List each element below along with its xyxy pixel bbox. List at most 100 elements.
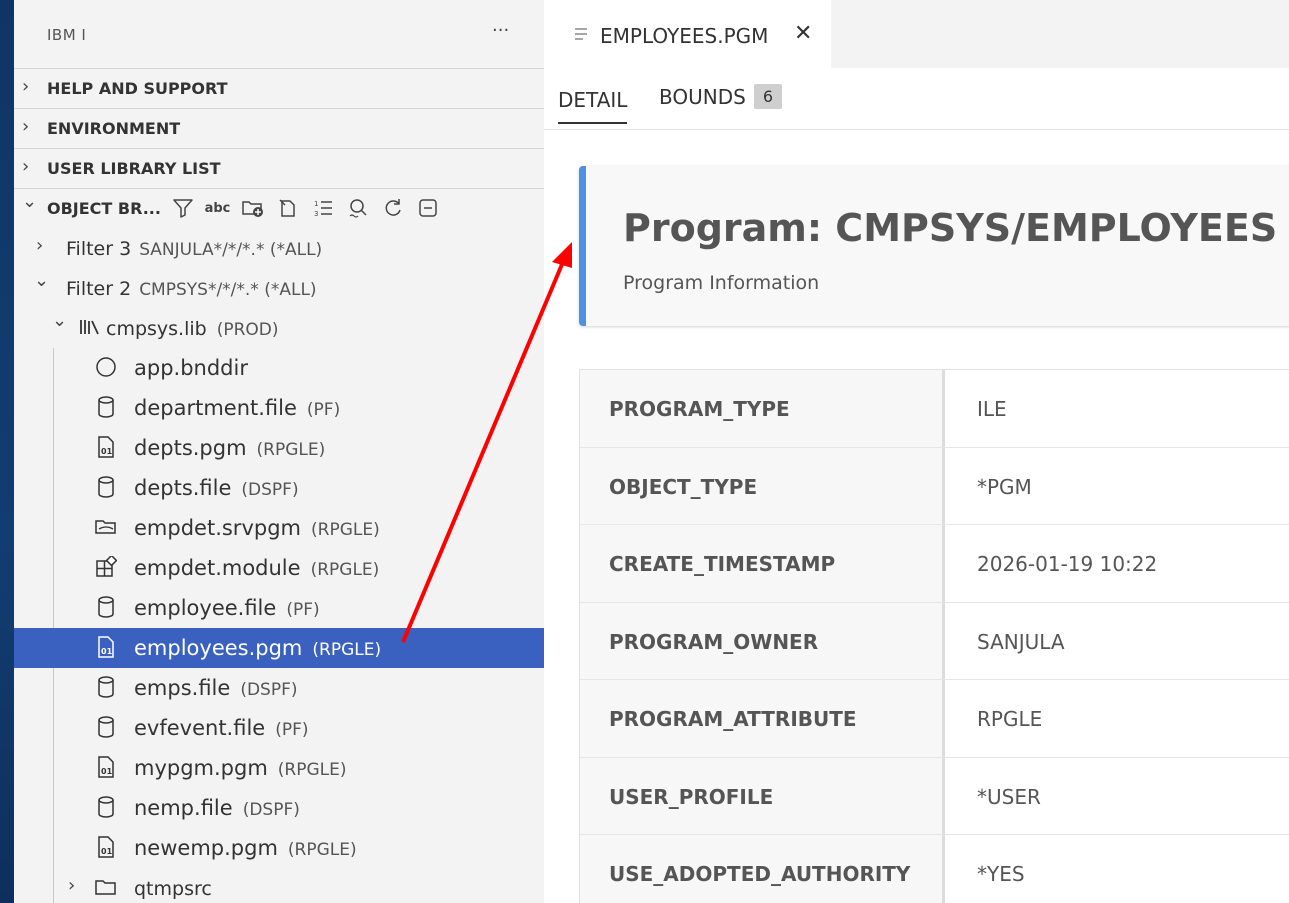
info-value: *PGM [977, 474, 1032, 499]
refresh-icon[interactable] [376, 193, 409, 223]
abc-icon[interactable]: abc [201, 193, 234, 223]
info-value: ILE [977, 397, 1007, 421]
section-object-browser[interactable]: ⌄ OBJECT BR... abc 13 [14, 188, 544, 228]
info-row-object-type: OBJECT_TYPE *PGM [580, 447, 1289, 525]
section-help-and-support[interactable]: › HELP AND SUPPORT [14, 68, 544, 108]
chevron-right-icon: › [22, 116, 30, 137]
library-label: cmpsys.lib (PROD) [106, 318, 279, 340]
subtab-bounds[interactable]: BOUNDS 6 [659, 84, 782, 109]
object-desc: (DSPF) [242, 800, 300, 820]
subtab-detail[interactable]: DETAIL [558, 88, 628, 124]
object-evfevent-file[interactable]: evfevent.file (PF) [14, 708, 544, 748]
chevron-right-icon: › [68, 875, 76, 896]
info-key: PROGRAM_TYPE [609, 397, 790, 421]
object-label: evfevent.file (PF) [134, 716, 309, 740]
object-name: app.bnddir [134, 356, 248, 380]
object-name: empdet.srvpgm [134, 516, 301, 540]
filter-name: Filter 2 [66, 278, 132, 300]
object-desc: (PF) [275, 720, 309, 740]
library-cmpsys[interactable]: ⌄ cmpsys.lib (PROD) [14, 308, 544, 348]
info-row-user-profile: USER_PROFILE *USER [580, 757, 1289, 835]
close-icon[interactable]: ✕ [794, 21, 812, 46]
filter-3[interactable]: › Filter 3 SANJULA*/*/*.* (*ALL) [14, 228, 544, 268]
editor-tab-strip: EMPLOYEES.PGM ✕ [544, 0, 1289, 68]
info-row-program-attribute: PROGRAM_ATTRIBUTE RPGLE [580, 680, 1289, 758]
svg-text:1: 1 [314, 200, 318, 208]
object-employee-file[interactable]: employee.file (PF) [14, 588, 544, 628]
file-icon [94, 594, 118, 620]
info-key-cell: OBJECT_TYPE [580, 447, 945, 524]
object-mypgm-pgm[interactable]: 01 mypgm.pgm (RPGLE) [14, 748, 544, 788]
library-desc: (PROD) [216, 320, 279, 340]
library-name: cmpsys.lib [106, 318, 207, 340]
object-name: employees.pgm [134, 636, 303, 660]
sort-list-icon[interactable]: 13 [306, 193, 339, 223]
section-label: OBJECT BR... [47, 199, 161, 218]
pgm-icon: 01 [94, 834, 118, 860]
filter-2[interactable]: ⌄ Filter 2 CMPSYS*/*/*.* (*ALL) [14, 268, 544, 308]
folder-icon [94, 874, 118, 900]
object-name: qtmpsrc [134, 878, 212, 900]
object-label: empdet.module (RPGLE) [134, 556, 379, 580]
bounds-count-badge: 6 [753, 84, 782, 109]
sidebar: IBM I ··· › HELP AND SUPPORT › ENVIRONME… [14, 0, 544, 903]
object-label: department.file (PF) [134, 396, 340, 420]
object-app-bnddir[interactable]: app.bnddir [14, 348, 544, 388]
info-row-program-type: PROGRAM_TYPE ILE [580, 370, 1289, 448]
object-label: nemp.file (DSPF) [134, 796, 300, 820]
info-value: SANJULA [977, 629, 1065, 654]
chevron-right-icon: › [36, 235, 44, 256]
new-file-icon[interactable] [271, 193, 304, 223]
pgm-icon: 01 [94, 634, 118, 660]
object-newemp-pgm[interactable]: 01 newemp.pgm (RPGLE) [14, 828, 544, 868]
info-key-cell: PROGRAM_ATTRIBUTE [580, 680, 945, 757]
object-employees-pgm[interactable]: 01 employees.pgm (RPGLE) [14, 628, 544, 668]
info-key-cell: PROGRAM_OWNER [580, 602, 945, 679]
object-label: employees.pgm (RPGLE) [134, 636, 381, 660]
object-label: emps.file (DSPF) [134, 676, 298, 700]
filter-icon[interactable] [166, 193, 199, 223]
program-info-table: PROGRAM_TYPE ILE OBJECT_TYPE *PGM CREATE… [579, 369, 1289, 903]
object-empdet-module[interactable]: empdet.module (RPGLE) [14, 548, 544, 588]
object-nemp-file[interactable]: nemp.file (DSPF) [14, 788, 544, 828]
chevron-down-icon: ⌄ [22, 191, 38, 212]
vscode-window: IBM I ··· › HELP AND SUPPORT › ENVIRONME… [14, 0, 1289, 903]
info-key: PROGRAM_ATTRIBUTE [609, 707, 857, 731]
file-icon [94, 794, 118, 820]
info-key: OBJECT_TYPE [609, 474, 758, 499]
file-icon [94, 474, 118, 500]
collapse-all-icon[interactable] [411, 193, 444, 223]
search-icon[interactable] [341, 193, 374, 223]
info-row-create-timestamp: CREATE_TIMESTAMP 2026-01-19 10:22 [580, 525, 1289, 603]
info-row-use-adopted-authority: USE_ADOPTED_AUTHORITY *YES [580, 835, 1289, 903]
object-label: newemp.pgm (RPGLE) [134, 836, 357, 860]
object-department-file[interactable]: department.file (PF) [14, 388, 544, 428]
object-empdet-srvpgm[interactable]: empdet.srvpgm (RPGLE) [14, 508, 544, 548]
info-key-cell: USER_PROFILE [580, 757, 945, 834]
srvpgm-icon [94, 514, 118, 540]
tab-label: EMPLOYEES.PGM [600, 24, 769, 48]
object-desc: (RPGLE) [277, 760, 347, 780]
object-desc: (RPGLE) [310, 560, 380, 580]
abc-icon-text: abc [204, 200, 231, 216]
section-user-library-list[interactable]: › USER LIBRARY LIST [14, 148, 544, 188]
bnddir-icon [94, 354, 118, 380]
section-label: USER LIBRARY LIST [47, 159, 221, 178]
section-environment[interactable]: › ENVIRONMENT [14, 108, 544, 148]
more-actions-icon[interactable]: ··· [492, 20, 509, 41]
info-row-program-owner: PROGRAM_OWNER SANJULA [580, 602, 1289, 680]
new-folder-icon[interactable] [236, 193, 269, 223]
folder-qtmpsrc[interactable]: › qtmpsrc [14, 868, 544, 903]
object-emps-file[interactable]: emps.file (DSPF) [14, 668, 544, 708]
filter-desc: SANJULA*/*/*.* (*ALL) [139, 240, 323, 260]
object-depts-file[interactable]: depts.file (DSPF) [14, 468, 544, 508]
object-label: mypgm.pgm (RPGLE) [134, 756, 347, 780]
object-depts-pgm[interactable]: 01 depts.pgm (RPGLE) [14, 428, 544, 468]
sidebar-title: IBM I [47, 26, 87, 44]
info-key-cell: CREATE_TIMESTAMP [580, 525, 945, 602]
filter-name: Filter 3 [66, 238, 132, 260]
tab-employees-pgm[interactable]: EMPLOYEES.PGM ✕ [544, 0, 831, 68]
object-name: mypgm.pgm [134, 756, 268, 780]
object-desc: (DSPF) [240, 680, 298, 700]
filter-label: Filter 3 SANJULA*/*/*.* (*ALL) [66, 238, 322, 260]
